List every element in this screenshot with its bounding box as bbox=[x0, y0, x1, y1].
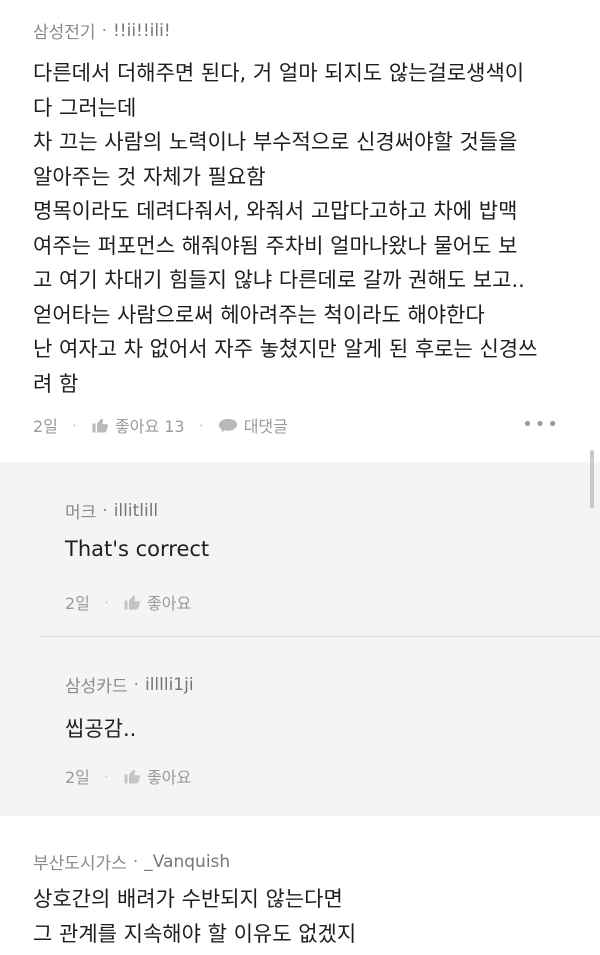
more-options-icon[interactable]: ••• bbox=[522, 414, 560, 435]
separator-dot: · bbox=[103, 592, 109, 612]
comment-time: 2일 bbox=[33, 417, 58, 436]
like-button[interactable]: 좋아요 bbox=[123, 590, 191, 614]
comment-card: 삼성전기 · !!ii!!ili! 다른데서 더해주면 된다, 거 얼마 되지도… bbox=[0, 0, 600, 462]
reply-footer: 2일 · 좋아요 bbox=[65, 590, 191, 614]
username[interactable]: illitlill bbox=[114, 501, 158, 521]
scrollbar[interactable] bbox=[590, 450, 594, 508]
company-name[interactable]: 머크 bbox=[65, 498, 96, 523]
company-name[interactable]: 삼성전기 bbox=[33, 18, 96, 43]
reply-label: 대댓글 bbox=[243, 417, 288, 436]
thumbs-up-icon bbox=[124, 769, 141, 784]
comment-text: 다른데서 더해주면 된다, 거 얼마 되지도 않는걸로생색이 다 그러는데 차 … bbox=[33, 61, 538, 396]
comment-meta: 삼성전기 · !!ii!!ili! bbox=[33, 18, 171, 44]
comment-meta: 부산도시가스 · _Vanquish bbox=[33, 849, 230, 875]
like-label: 좋아요 bbox=[147, 594, 192, 613]
speech-bubble-icon bbox=[218, 418, 237, 432]
reply-divider bbox=[40, 636, 600, 637]
reply-time: 2일 bbox=[65, 594, 90, 613]
company-name[interactable]: 삼성카드 bbox=[65, 672, 128, 697]
separator-dot: · bbox=[71, 415, 77, 435]
reply-button[interactable]: 대댓글 bbox=[218, 413, 288, 437]
like-label: 좋아요 13 bbox=[115, 417, 185, 436]
comment-card: 부산도시가스 · _Vanquish 상호간의 배려가 수반되지 않는다면 그 … bbox=[0, 816, 600, 955]
separator-dot: · bbox=[132, 851, 139, 872]
username[interactable]: _Vanquish bbox=[144, 852, 230, 872]
separator-dot: · bbox=[133, 674, 139, 695]
username[interactable]: illlli1ji bbox=[145, 675, 194, 695]
separator-dot: · bbox=[198, 415, 204, 435]
comment-footer: 2일 · 좋아요 13 · 대댓글 bbox=[33, 413, 288, 437]
comment-text: 상호간의 배려가 수반되지 않는다면 그 관계를 지속해야 할 이유도 없겠지 bbox=[33, 887, 357, 946]
reply-meta: 삼성카드 · illlli1ji bbox=[65, 672, 194, 698]
separator-dot: · bbox=[102, 500, 108, 521]
company-name[interactable]: 부산도시가스 bbox=[33, 849, 127, 874]
replies-section: 머크 · illitlill That's correct 2일 · 좋아요 삼… bbox=[0, 450, 600, 816]
thumbs-up-icon bbox=[92, 418, 109, 433]
like-button[interactable]: 좋아요 bbox=[123, 764, 191, 788]
reply-text: 씹공감.. bbox=[65, 717, 137, 741]
like-label: 좋아요 bbox=[147, 768, 192, 787]
username[interactable]: !!ii!!ili! bbox=[113, 21, 171, 41]
thumbs-up-icon bbox=[124, 595, 141, 610]
separator-dot: · bbox=[103, 766, 109, 786]
like-button[interactable]: 좋아요 13 bbox=[91, 413, 185, 437]
reply-footer: 2일 · 좋아요 bbox=[65, 764, 191, 788]
reply-time: 2일 bbox=[65, 768, 90, 787]
reply-meta: 머크 · illitlill bbox=[65, 498, 158, 524]
reply-text: That's correct bbox=[65, 537, 210, 561]
separator-dot: · bbox=[101, 20, 107, 41]
